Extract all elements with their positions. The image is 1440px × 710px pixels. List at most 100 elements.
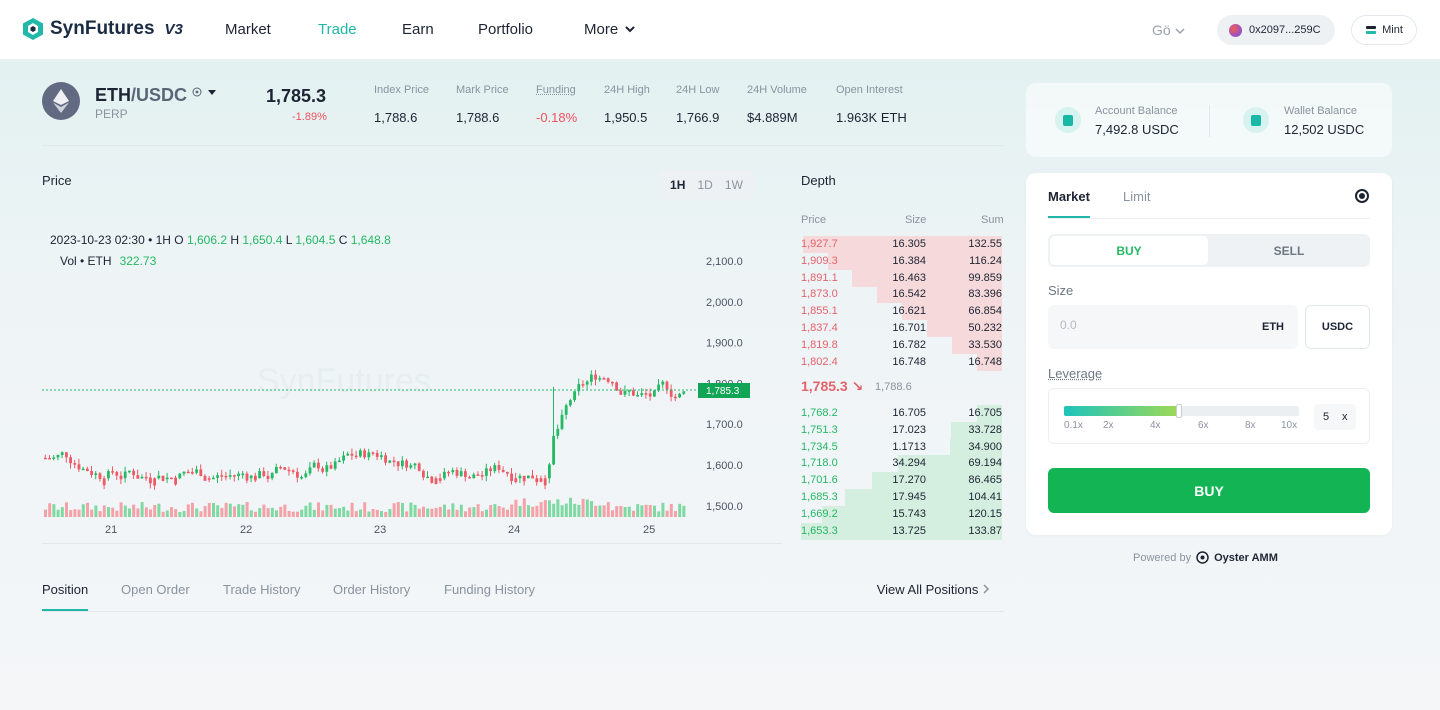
volume-bar: [405, 511, 409, 517]
top-navigation-bar: SynFutures V3 Market Trade Earn Portfoli…: [0, 0, 1440, 60]
bid-row[interactable]: 1,718.0 34.294 69.194: [801, 455, 1002, 473]
bid-row[interactable]: 1,685.3 17.945 104.41: [801, 489, 1002, 506]
nav-market[interactable]: Market: [225, 21, 271, 38]
brand-logo[interactable]: SynFutures V3: [22, 17, 183, 41]
tab-position[interactable]: Position: [42, 582, 89, 611]
bid-row[interactable]: 1,701.6 17.270 86.465: [801, 472, 1002, 490]
submit-buy-button[interactable]: BUY: [1048, 468, 1370, 513]
volume-bar: [140, 502, 144, 517]
bid-row[interactable]: 1,768.2 16.705 16.705: [801, 405, 1002, 422]
ask-row[interactable]: 1,819.8 16.782 33.530: [801, 336, 1002, 354]
volume-bar: [619, 505, 623, 517]
y-tick: 2,000.0: [706, 297, 743, 309]
price-chart[interactable]: SynFutures 2,100.02,000.01,900.01,800.01…: [42, 240, 754, 545]
candle-body: [333, 461, 337, 469]
timeframe-1d[interactable]: 1D: [697, 178, 712, 192]
order-size: 16.748: [892, 355, 926, 368]
size-input[interactable]: [1060, 318, 1230, 332]
volume-bar: [598, 505, 602, 517]
nav-more[interactable]: More: [584, 21, 636, 38]
ohlc-interval: 1H: [155, 233, 171, 247]
leverage-slider[interactable]: [1064, 404, 1299, 418]
candle-body: [606, 378, 610, 382]
ask-row[interactable]: 1,909.3 16.384 116.24: [801, 252, 1002, 270]
y-tick: 1,700.0: [706, 419, 743, 431]
nav-trade[interactable]: Trade: [318, 21, 357, 38]
order-price: 1,927.7: [801, 238, 838, 250]
ask-row[interactable]: 1,927.7 16.305 132.55: [801, 236, 1002, 253]
candle-body: [501, 469, 505, 473]
network-selector[interactable]: Gö: [1152, 22, 1185, 38]
ask-row[interactable]: 1,802.4 16.748 16.748: [801, 353, 1002, 371]
nav-earn[interactable]: Earn: [402, 21, 434, 38]
leverage-input[interactable]: 5 x: [1314, 404, 1356, 430]
volume-bar: [266, 508, 270, 517]
ask-row[interactable]: 1,837.4 16.701 50.232: [801, 320, 1002, 337]
volume-bar: [451, 503, 455, 517]
volume-label: Vol • ETH: [60, 254, 112, 268]
order-sum: 104.41: [968, 491, 1002, 503]
ask-row[interactable]: 1,855.1 16.621 66.854: [801, 303, 1002, 321]
volume-bar: [73, 509, 77, 517]
usdc-unit-button[interactable]: USDC: [1305, 305, 1370, 349]
volume-bar: [115, 510, 119, 517]
order-size: 34.294: [892, 457, 926, 470]
candle-body: [123, 471, 127, 479]
candle-body: [199, 469, 203, 476]
volume-bar: [102, 505, 106, 517]
stat-funding[interactable]: Funding -0.18%: [536, 84, 577, 125]
buy-side-button[interactable]: BUY: [1050, 236, 1208, 265]
order-sum: 99.859: [968, 271, 1002, 284]
order-sum: 66.854: [968, 305, 1002, 318]
timeframe-1h[interactable]: 1H: [670, 178, 685, 192]
volume-bar: [77, 509, 81, 517]
pair-selector[interactable]: ETH/USDC: [95, 85, 217, 106]
candle-body: [291, 470, 295, 472]
candle-body: [94, 473, 98, 475]
leverage-slider-handle[interactable]: [1176, 404, 1183, 418]
volume-bar: [606, 502, 610, 517]
tab-order-history[interactable]: Order History: [333, 582, 410, 597]
settings-icon[interactable]: [1355, 189, 1369, 203]
candle-body: [178, 473, 182, 479]
bid-row[interactable]: 1,734.5 1.1713 34.900: [801, 438, 1002, 456]
volume-bar: [329, 504, 333, 517]
volume-bar: [174, 509, 178, 517]
candle-body: [674, 396, 677, 399]
volume-bar: [409, 502, 413, 517]
wallet-button[interactable]: 0x2097...259C: [1217, 15, 1335, 45]
sell-side-button[interactable]: SELL: [1210, 236, 1368, 265]
ask-row[interactable]: 1,891.1 16.463 99.859: [801, 269, 1002, 287]
wallet-address: 0x2097...259C: [1249, 24, 1321, 36]
view-all-positions-link[interactable]: View All Positions: [877, 582, 990, 597]
bid-row[interactable]: 1,653.3 13.725 133.87: [801, 522, 1002, 540]
leverage-tick: 8x: [1245, 420, 1256, 431]
bid-row[interactable]: 1,669.2 15.743 120.15: [801, 505, 1002, 523]
ask-row[interactable]: 1,873.0 16.542 83.396: [801, 286, 1002, 304]
volume-bar: [279, 506, 283, 517]
tab-limit-order[interactable]: Limit: [1123, 189, 1150, 204]
candle-body: [384, 455, 387, 463]
volume-bar: [321, 510, 325, 517]
tab-trade-history[interactable]: Trade History: [223, 582, 301, 597]
volume-bar: [476, 504, 480, 517]
order-sum: 33.728: [968, 423, 1002, 436]
balance-divider: [1209, 105, 1210, 137]
ohlc-date: 2023-10-23 02:30: [50, 233, 145, 247]
mint-button[interactable]: Mint: [1351, 15, 1417, 45]
volume-bar: [531, 506, 535, 517]
bid-row[interactable]: 1,751.3 17.023 33.728: [801, 421, 1002, 439]
timeframe-1w[interactable]: 1W: [725, 178, 743, 192]
candle-body: [128, 470, 131, 473]
positions-tabs: Position Open Order Trade History Order …: [42, 580, 1004, 612]
candle-body: [392, 460, 396, 463]
tab-open-order[interactable]: Open Order: [121, 582, 190, 597]
nav-portfolio[interactable]: Portfolio: [478, 21, 533, 38]
stat-value: 1,788.6: [456, 110, 500, 125]
wallet-balance-label: Wallet Balance: [1284, 105, 1357, 117]
tab-funding-history[interactable]: Funding History: [444, 582, 535, 597]
volume-bar: [291, 511, 295, 517]
leverage-tick: 10x: [1281, 420, 1298, 431]
candle-body: [207, 478, 211, 480]
tab-market-order[interactable]: Market: [1048, 189, 1090, 218]
